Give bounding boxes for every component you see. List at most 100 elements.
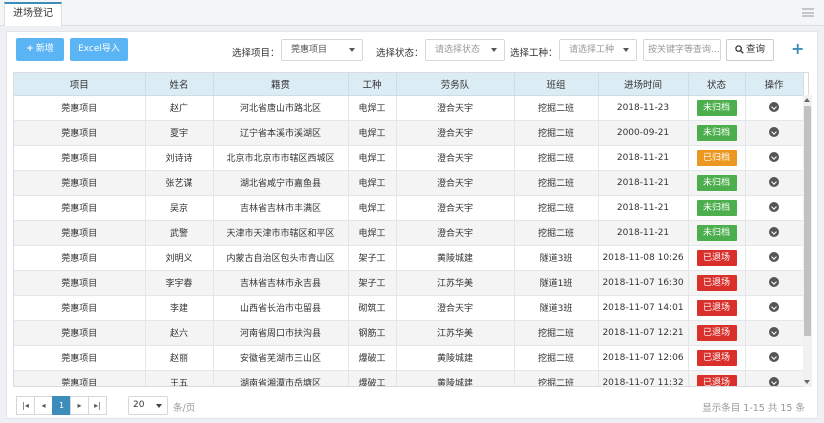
table-row[interactable]: 莞惠项目 赵六 河南省周口市扶沟县 钢筋工 江苏华美 挖掘二班 2018-11-07 12:… — [14, 320, 804, 346]
status-filter-label: 选择状态： — [376, 48, 424, 59]
cell-origin: 辽宁省本溪市溪湖区 — [213, 120, 349, 146]
column-header[interactable]: 班组 — [514, 73, 599, 96]
cell-status: 已退场 — [688, 345, 746, 371]
chevron-down-icon — [623, 48, 629, 52]
table-row[interactable]: 莞惠项目 刘明义 内蒙古自治区包头市青山区 架子工 黄陵城建 隧道3班 2018-11-08… — [14, 245, 804, 271]
cell-action — [745, 220, 804, 246]
chevron-down-circle-icon[interactable] — [769, 152, 779, 163]
worktype-filter-label: 选择工种： — [510, 48, 558, 59]
chevron-down-circle-icon[interactable] — [769, 202, 779, 213]
expand-plus-icon[interactable]: + — [791, 41, 804, 57]
table-row[interactable]: 莞惠项目 李建 山西省长治市屯留县 砌筑工 澄合天宇 隧道3班 2018-11-07 14:… — [14, 295, 804, 321]
cell-time: 2018-11-21 — [598, 170, 689, 196]
cell-team: 黄陵城建 — [396, 245, 515, 271]
chevron-down-icon — [156, 404, 162, 408]
project-select[interactable]: 莞惠项目 — [281, 39, 363, 61]
column-header[interactable]: 劳务队 — [396, 73, 515, 96]
table-row[interactable]: 莞惠项目 吴京 吉林省吉林市丰满区 电焊工 澄合天宇 挖掘二班 2018-11-21 未归档 — [14, 195, 804, 221]
cell-team: 澄合天宇 — [396, 170, 515, 196]
page-number-button[interactable]: 1 — [52, 396, 71, 415]
table-row[interactable]: 莞惠项目 夏宇 辽宁省本溪市溪湖区 电焊工 澄合天宇 挖掘二班 2000-09-21 未归档 — [14, 120, 804, 146]
cell-name: 吴京 — [145, 195, 214, 221]
cell-group: 挖掘二班 — [514, 370, 599, 386]
scrollbar-thumb[interactable] — [804, 106, 811, 336]
last-page-button[interactable]: ▸| — [88, 396, 107, 415]
cell-origin: 湖南省湘潭市岳塘区 — [213, 370, 349, 386]
scroll-down-icon[interactable] — [804, 380, 810, 384]
chevron-down-circle-icon[interactable] — [769, 252, 779, 263]
column-header[interactable]: 进场时间 — [598, 73, 689, 96]
column-header[interactable]: 状态 — [688, 73, 746, 96]
worktype-select-placeholder: 请选择工种 — [569, 45, 615, 55]
chevron-down-circle-icon[interactable] — [769, 227, 779, 238]
status-badge: 已退场 — [696, 349, 737, 366]
cell-project: 莞惠项目 — [14, 295, 146, 321]
column-header[interactable]: 籍贯 — [213, 73, 349, 96]
cell-time: 2018-11-07 16:30 — [598, 270, 689, 296]
cell-name: 夏宇 — [145, 120, 214, 146]
cell-name: 李宇春 — [145, 270, 214, 296]
table-row[interactable]: 莞惠项目 刘诗诗 北京市北京市市辖区西城区 电焊工 澄合天宇 挖掘二班 2018-11-21… — [14, 145, 804, 171]
status-select[interactable]: 请选择状态 — [425, 39, 505, 61]
chevron-down-circle-icon[interactable] — [769, 277, 779, 288]
cell-name: 李建 — [145, 295, 214, 321]
chevron-down-circle-icon[interactable] — [769, 127, 779, 138]
tab-entry-registration[interactable]: 进场登记 — [4, 2, 62, 26]
excel-import-button[interactable]: Excel导入 — [70, 38, 128, 61]
cell-action — [745, 95, 804, 121]
chevron-down-circle-icon[interactable] — [769, 352, 779, 363]
table-row[interactable]: 莞惠项目 赵丽 安徽省芜湖市三山区 爆破工 黄陵城建 挖掘二班 2018-11-07 12:… — [14, 345, 804, 371]
cell-group: 挖掘二班 — [514, 345, 599, 371]
table-row[interactable]: 莞惠项目 张艺谋 湖北省咸宁市嘉鱼县 电焊工 澄合天宇 挖掘二班 2018-11-21 未归档 — [14, 170, 804, 196]
status-badge: 未归档 — [696, 199, 737, 216]
cell-project: 莞惠项目 — [14, 370, 146, 386]
column-header[interactable]: 项目 — [14, 73, 146, 96]
cell-status: 未归档 — [688, 120, 746, 146]
cell-group: 隧道3班 — [514, 245, 599, 271]
keyword-search-input[interactable]: 按关键字等查询... — [643, 39, 721, 61]
cell-action — [745, 370, 804, 386]
cell-name: 赵广 — [145, 95, 214, 121]
cell-action — [745, 170, 804, 196]
chevron-down-icon — [491, 48, 497, 52]
scroll-up-icon[interactable] — [804, 98, 810, 102]
cell-status: 未归档 — [688, 220, 746, 246]
hamburger-menu-icon[interactable] — [802, 8, 814, 17]
add-button[interactable]: + 新增 — [16, 38, 64, 61]
table-row[interactable]: 莞惠项目 赵广 河北省唐山市路北区 电焊工 澄合天宇 挖掘二班 2018-11-23 未归档 — [14, 95, 804, 121]
table-scrollbar[interactable] — [803, 95, 812, 387]
cell-team: 澄合天宇 — [396, 220, 515, 246]
search-button[interactable]: 查询 — [726, 39, 774, 61]
first-page-button[interactable]: |◂ — [16, 396, 35, 415]
cell-worktype: 爆破工 — [348, 345, 397, 371]
cell-name: 赵六 — [145, 320, 214, 346]
column-header[interactable]: 姓名 — [145, 73, 214, 96]
tab-bar: 进场登记 — [0, 0, 824, 26]
page-size-select[interactable]: 20 — [128, 396, 168, 415]
cell-team: 澄合天宇 — [396, 95, 515, 121]
table-row[interactable]: 莞惠项目 王五 湖南省湘潭市岳塘区 爆破工 黄陵城建 挖掘二班 2018-11-07 11:… — [14, 370, 804, 386]
search-button-label: 查询 — [745, 44, 765, 55]
cell-name: 张艺谋 — [145, 170, 214, 196]
cell-name: 赵丽 — [145, 345, 214, 371]
worktype-select[interactable]: 请选择工种 — [559, 39, 637, 61]
chevron-down-circle-icon[interactable] — [769, 377, 779, 386]
prev-page-button[interactable]: ◂ — [34, 396, 53, 415]
cell-action — [745, 320, 804, 346]
next-page-button[interactable]: ▸ — [70, 396, 89, 415]
cell-origin: 天津市天津市市辖区和平区 — [213, 220, 349, 246]
column-header[interactable]: 工种 — [348, 73, 397, 96]
cell-time: 2018-11-23 — [598, 95, 689, 121]
column-header[interactable]: 操作 — [745, 73, 804, 96]
chevron-down-circle-icon[interactable] — [769, 177, 779, 188]
table-row[interactable]: 莞惠项目 李宇春 吉林省吉林市永吉县 架子工 江苏华美 隧道1班 2018-11-07 16… — [14, 270, 804, 296]
chevron-down-circle-icon[interactable] — [769, 327, 779, 338]
cell-time: 2018-11-07 11:32 — [598, 370, 689, 386]
cell-team: 澄合天宇 — [396, 145, 515, 171]
cell-time: 2018-11-07 12:21 — [598, 320, 689, 346]
table-row[interactable]: 莞惠项目 武警 天津市天津市市辖区和平区 电焊工 澄合天宇 挖掘二班 2018-11-21 未… — [14, 220, 804, 246]
cell-group: 隧道1班 — [514, 270, 599, 296]
chevron-down-circle-icon[interactable] — [769, 102, 779, 113]
chevron-down-circle-icon[interactable] — [769, 302, 779, 313]
status-badge: 已退场 — [696, 249, 737, 266]
